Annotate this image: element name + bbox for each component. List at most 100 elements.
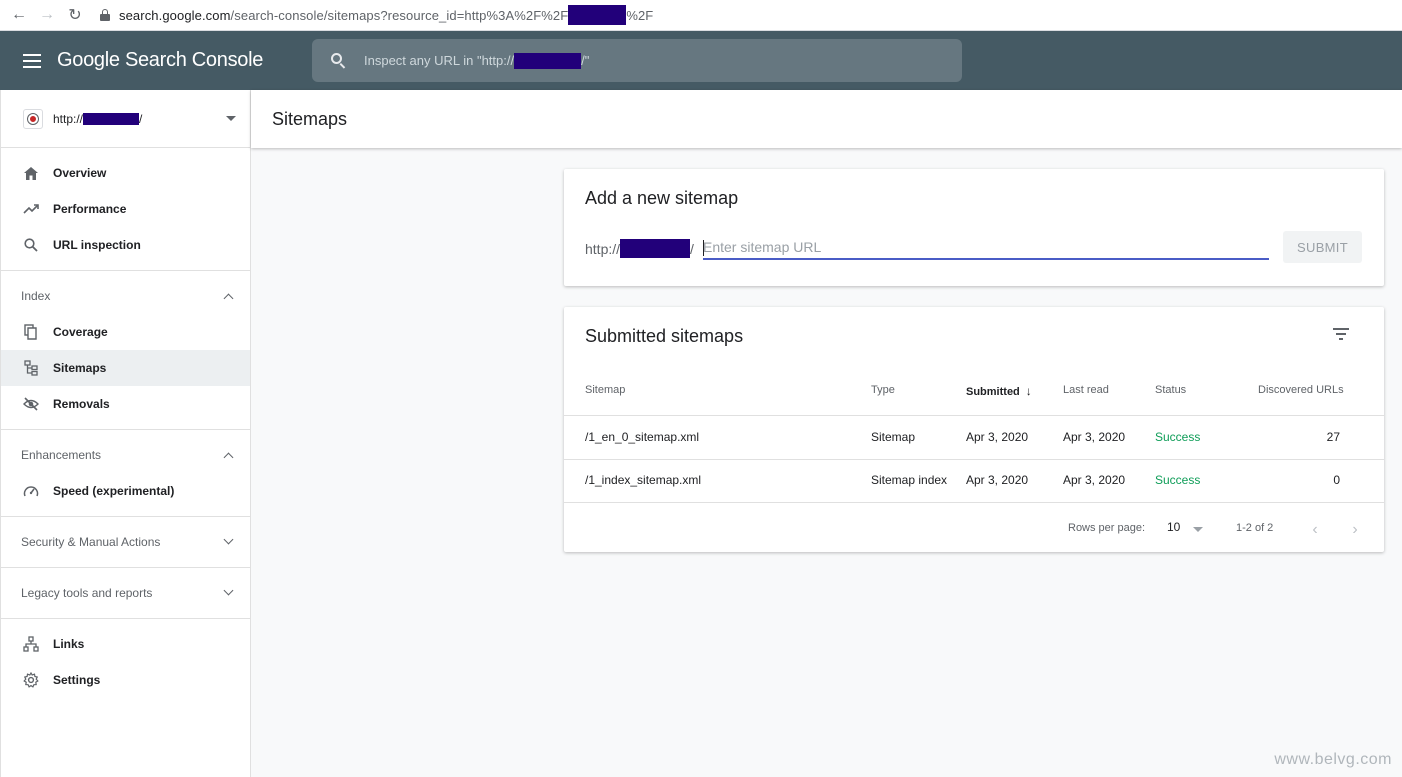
section-toggle-legacy[interactable]: Legacy tools and reports — [1, 575, 250, 611]
property-favicon-icon — [23, 108, 43, 129]
search-icon — [22, 236, 40, 254]
sidebar-item-settings[interactable]: Settings — [1, 662, 250, 698]
status-badge: Success — [1155, 473, 1201, 487]
eye-off-icon — [22, 395, 40, 413]
cell-last-read: Apr 3, 2020 — [1063, 430, 1126, 444]
reload-icon[interactable]: ↻ — [64, 4, 86, 26]
column-header-last-read[interactable]: Last read — [1063, 384, 1109, 396]
dropdown-caret-icon — [1193, 527, 1203, 532]
sidebar-item-label: Settings — [53, 673, 101, 687]
sidebar-item-label: Speed (experimental) — [53, 484, 175, 498]
browser-toolbar: ← → ↻ search.google.com/search-console/s… — [0, 0, 1402, 31]
chevron-up-icon — [223, 293, 234, 304]
sidebar-item-url-inspection[interactable]: URL inspection — [1, 227, 250, 263]
cell-discovered-urls: 0 — [1333, 473, 1340, 487]
arrow-down-icon: ↓ — [1025, 384, 1032, 398]
nav-group-bottom: Links Settings — [1, 619, 250, 705]
cell-type: Sitemap index — [871, 473, 948, 487]
links-icon — [22, 635, 40, 653]
section-toggle-security[interactable]: Security & Manual Actions — [1, 524, 250, 560]
app-header: Google Search Console Inspect any URL in… — [0, 31, 1402, 90]
redacted-block — [83, 112, 140, 125]
url-domain: search.google.com — [119, 7, 231, 23]
sidebar-item-speed[interactable]: Speed (experimental) — [1, 473, 250, 509]
sidebar-item-label: Links — [53, 637, 85, 651]
sidebar-item-sitemaps[interactable]: Sitemaps — [1, 350, 250, 386]
section-title: Legacy tools and reports — [21, 586, 153, 600]
cell-discovered-urls: 27 — [1326, 430, 1340, 444]
search-placeholder-prefix: Inspect any URL in "http:// — [364, 53, 515, 68]
add-sitemap-card: Add a new sitemap http:// / SUBMIT — [564, 169, 1384, 286]
address-bar[interactable]: search.google.com/search-console/sitemap… — [119, 5, 653, 25]
filter-icon[interactable] — [1333, 328, 1349, 340]
redacted-block — [514, 52, 582, 69]
search-icon — [330, 52, 348, 70]
chevron-down-icon — [223, 585, 234, 596]
nav-group-security: Security & Manual Actions — [1, 517, 250, 568]
sitemap-icon — [22, 359, 40, 377]
column-header-type[interactable]: Type — [871, 384, 895, 396]
speedometer-icon — [22, 482, 40, 500]
section-toggle-enhancements[interactable]: Enhancements — [1, 437, 250, 473]
home-icon — [22, 164, 40, 182]
column-header-submitted-label: Submitted — [966, 386, 1020, 398]
sitemap-url-input[interactable] — [703, 236, 1269, 260]
chevron-up-icon — [223, 452, 234, 463]
submitted-sitemaps-title: Submitted sitemaps — [585, 326, 744, 346]
sidebar-item-coverage[interactable]: Coverage — [1, 314, 250, 350]
column-header-sitemap[interactable]: Sitemap — [585, 384, 625, 396]
property-prefix: http:// — [53, 111, 84, 126]
sidebar-item-removals[interactable]: Removals — [1, 386, 250, 422]
chevron-left-icon[interactable]: ‹ — [1305, 520, 1325, 540]
nav-group-enhancements: Enhancements Speed (experimental) — [1, 430, 250, 517]
property-selector[interactable]: http:// / — [1, 90, 250, 148]
back-arrow-icon[interactable]: ← — [8, 4, 30, 26]
pagination-range: 1-2 of 2 — [1236, 522, 1274, 534]
add-sitemap-title: Add a new sitemap — [585, 188, 739, 208]
sidebar-item-label: URL inspection — [53, 238, 141, 252]
page-title: Sitemaps — [272, 108, 348, 129]
nav-group-main: Overview Performance URL inspection — [1, 148, 250, 271]
divider — [564, 415, 1384, 416]
divider — [564, 459, 1384, 460]
sidebar-item-label: Removals — [53, 397, 110, 411]
chevron-down-icon — [223, 534, 234, 545]
sidebar-item-links[interactable]: Links — [1, 626, 250, 662]
redacted-block — [620, 239, 691, 258]
cell-type: Sitemap — [871, 430, 916, 444]
nav-group-legacy: Legacy tools and reports — [1, 568, 250, 619]
status-badge: Success — [1155, 430, 1201, 444]
watermark: www.belvg.com — [1274, 751, 1392, 768]
chevron-right-icon[interactable]: › — [1345, 520, 1365, 540]
sidebar-item-performance[interactable]: Performance — [1, 191, 250, 227]
divider — [564, 502, 1384, 503]
sitemap-prefix-text: http:// — [585, 240, 621, 257]
section-toggle-index[interactable]: Index — [1, 278, 250, 314]
sidebar: http:// / Overview Performance URL inspec… — [0, 90, 251, 777]
property-url: http:// / — [53, 112, 142, 126]
submitted-sitemaps-card: Submitted sitemaps Sitemap Type Submitte… — [564, 307, 1384, 552]
rows-per-page-label: Rows per page: — [1068, 522, 1146, 534]
app-logo: Google Search Console — [57, 49, 264, 71]
sidebar-item-overview[interactable]: Overview — [1, 155, 250, 191]
url-inspect-search[interactable]: Inspect any URL in "http:// /" — [312, 39, 962, 82]
section-title: Security & Manual Actions — [21, 535, 161, 549]
column-header-submitted[interactable]: Submitted ↓ — [966, 384, 1032, 398]
sidebar-item-label: Overview — [53, 166, 107, 180]
property-suffix: / — [139, 111, 143, 126]
search-placeholder-suffix: /" — [581, 53, 590, 68]
forward-arrow-icon[interactable]: → — [36, 4, 58, 26]
cell-sitemap: /1_index_sitemap.xml — [585, 473, 702, 487]
search-placeholder[interactable]: Inspect any URL in "http:// /" — [364, 52, 590, 69]
nav-group-index: Index Coverage Sitemaps Removals — [1, 271, 250, 430]
section-title: Index — [21, 289, 51, 303]
text-cursor — [703, 240, 704, 256]
column-header-status[interactable]: Status — [1155, 384, 1186, 396]
submit-button[interactable]: SUBMIT — [1283, 231, 1362, 263]
sidebar-item-label: Coverage — [53, 325, 108, 339]
sitemap-suffix-text: / — [690, 240, 694, 257]
column-header-discovered-urls[interactable]: Discovered URLs — [1258, 384, 1344, 396]
lock-icon — [100, 9, 110, 21]
menu-icon[interactable] — [23, 53, 41, 68]
url-path: /search-console/sitemaps?resource_id=htt… — [230, 7, 569, 23]
